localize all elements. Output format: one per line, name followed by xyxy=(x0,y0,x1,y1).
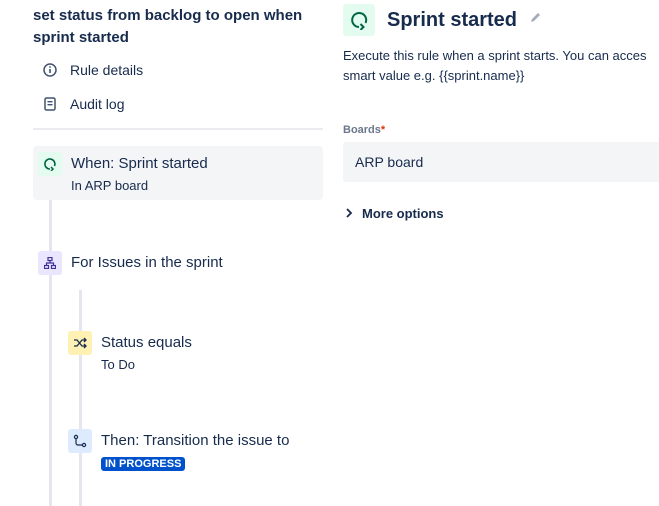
rule-title: set status from backlog to open when spr… xyxy=(33,7,303,46)
transition-icon xyxy=(68,429,92,453)
trigger-subtitle: In ARP board xyxy=(71,178,149,193)
nav-label: Audit log xyxy=(70,96,125,112)
boards-label: Boards* xyxy=(343,124,385,136)
nav-label: Rule details xyxy=(70,62,144,78)
nav-audit-log[interactable]: Audit log xyxy=(40,94,124,114)
action-title: Then: Transition the issue to xyxy=(101,432,290,449)
required-mark: * xyxy=(380,124,386,136)
info-icon xyxy=(40,60,60,80)
branch-line xyxy=(79,290,82,506)
description-line: Execute this rule when a sprint starts. … xyxy=(343,48,647,63)
condition-title: Status equals xyxy=(101,334,192,351)
boards-select[interactable]: ARP board xyxy=(343,142,659,182)
edit-pencil-icon[interactable] xyxy=(529,11,542,29)
status-lozenge: IN PROGRESS xyxy=(101,457,186,471)
chevron-right-icon xyxy=(345,206,353,221)
divider xyxy=(33,128,323,130)
panel-title: Sprint started xyxy=(387,8,518,31)
nav-rule-details[interactable]: Rule details xyxy=(40,60,143,80)
panel-header: Sprint started xyxy=(343,4,542,36)
audit-log-icon xyxy=(40,94,60,114)
branch-icon xyxy=(38,251,62,275)
shuffle-icon xyxy=(68,331,92,355)
boards-label-text: Boards xyxy=(343,124,381,136)
panel-description: Execute this rule when a sprint starts. … xyxy=(343,46,647,86)
flow-line xyxy=(49,160,52,506)
trigger-node[interactable]: When: Sprint started In ARP board xyxy=(38,152,208,196)
branch-node[interactable]: For Issues in the sprint xyxy=(38,251,223,275)
condition-node[interactable]: Status equals To Do xyxy=(68,331,192,375)
sprint-icon xyxy=(343,4,375,36)
more-options-label: More options xyxy=(362,206,444,221)
branch-title: For Issues in the sprint xyxy=(71,254,223,271)
more-options-toggle[interactable]: More options xyxy=(345,206,444,221)
sprint-icon xyxy=(38,152,62,176)
action-node[interactable]: Then: Transition the issue to IN PROGRES… xyxy=(68,429,289,472)
trigger-title: When: Sprint started xyxy=(71,155,208,172)
description-line: smart value e.g. {{sprint.name}} xyxy=(343,68,525,83)
condition-subtitle: To Do xyxy=(101,357,135,372)
